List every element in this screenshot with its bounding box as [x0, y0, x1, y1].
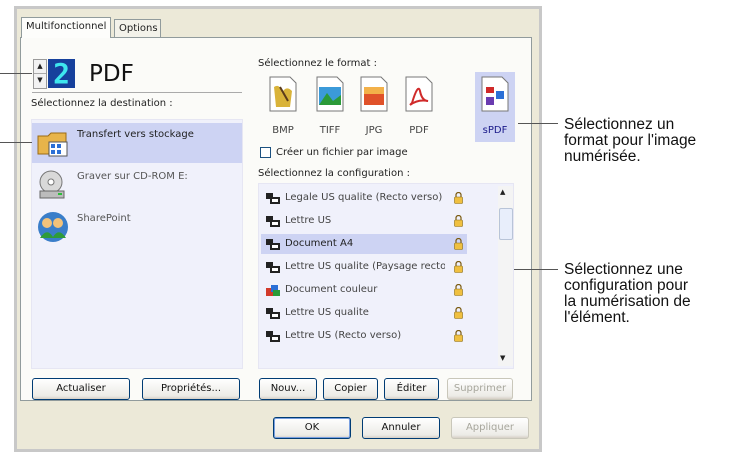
- destination-item-label: Graver sur CD-ROM E:: [77, 171, 188, 182]
- jpg-icon[interactable]: [353, 73, 395, 115]
- lock-icon: [454, 215, 463, 227]
- callout-line-destination: [0, 142, 32, 143]
- configuration-item[interactable]: Document couleur: [261, 280, 467, 300]
- bmp-icon[interactable]: [262, 73, 304, 115]
- configuration-item-label: Legale US qualite (Recto verso): [285, 192, 443, 203]
- tab-options[interactable]: Options: [114, 19, 161, 38]
- copy-button[interactable]: Copier: [323, 378, 378, 400]
- configuration-item-label: Lettre US qualite: [285, 307, 369, 318]
- counter-digit: 2: [48, 59, 75, 88]
- counter-spinner[interactable]: ▲ ▼: [33, 59, 47, 89]
- divider: [32, 92, 242, 93]
- callout-line-format: [518, 123, 558, 124]
- configuration-item[interactable]: Lettre US (Recto verso): [261, 326, 467, 346]
- callout-line-counter: [0, 73, 32, 74]
- cancel-button[interactable]: Annuler: [362, 417, 440, 439]
- destination-item-label: SharePoint: [77, 213, 131, 224]
- configuration-item-label: Document couleur: [285, 284, 378, 295]
- configuration-items: Legale US qualite (Recto verso) Lettre US…: [259, 184, 495, 368]
- spinner-up-icon[interactable]: ▲: [34, 60, 46, 74]
- format-label-bmp: BMP: [272, 125, 294, 136]
- format-callout: Sélectionnez un format pour l'image numé…: [564, 117, 696, 165]
- configuration-item[interactable]: Lettre US qualite: [261, 303, 467, 323]
- delete-button[interactable]: Supprimer: [447, 378, 513, 400]
- folder-storage-icon: [37, 132, 68, 157]
- configuration-item[interactable]: Lettre US qualite (Paysage recto ...: [261, 257, 467, 277]
- callout-line: Sélectionnez un: [564, 116, 675, 133]
- lock-icon: [454, 261, 463, 273]
- config-callout: Sélectionnez une configuration pour la n…: [564, 262, 691, 326]
- destination-item[interactable]: Graver sur CD-ROM E:: [32, 165, 242, 205]
- format-label-pdf: PDF: [409, 125, 429, 136]
- new-button[interactable]: Nouv...: [259, 378, 317, 400]
- configuration-item-label: Document A4: [285, 238, 354, 249]
- scan-config-icon: [266, 216, 280, 227]
- lock-icon: [454, 192, 463, 204]
- format-label-spdf: sPDF: [482, 125, 508, 136]
- lock-icon: [454, 307, 463, 319]
- ok-button[interactable]: OK: [273, 417, 351, 439]
- edit-button[interactable]: Éditer: [384, 378, 439, 400]
- lock-icon: [454, 284, 463, 296]
- apply-button[interactable]: Appliquer: [451, 417, 529, 439]
- scrollbar[interactable]: ▲ ▼: [498, 186, 513, 366]
- scroll-thumb[interactable]: [499, 208, 513, 240]
- one-file-per-image-checkbox[interactable]: [260, 147, 271, 158]
- callout-line: configuration pour: [564, 277, 689, 294]
- destination-heading: Sélectionnez la destination :: [31, 98, 173, 109]
- scroll-up-icon[interactable]: ▲: [500, 188, 505, 196]
- format-label-jpg: JPG: [365, 125, 383, 136]
- format-label-tiff: TIFF: [319, 125, 341, 136]
- callout-line: Sélectionnez une: [564, 261, 683, 278]
- configuration-item[interactable]: Legale US qualite (Recto verso): [261, 188, 467, 208]
- destination-item-label: Transfert vers stockage: [77, 129, 194, 140]
- callout-line: format pour l'image: [564, 132, 697, 149]
- scan-config-icon: [266, 239, 280, 250]
- spdf-icon[interactable]: [474, 73, 516, 115]
- configuration-item-label: Lettre US (Recto verso): [285, 330, 402, 341]
- counter-label: PDF: [89, 61, 134, 87]
- cd-drive-icon: [39, 170, 65, 199]
- lock-icon: [454, 330, 463, 342]
- callout-line: numérisée.: [564, 148, 641, 165]
- configuration-heading: Sélectionnez la configuration :: [258, 168, 410, 179]
- scan-config-icon: [266, 308, 280, 319]
- scroll-down-icon[interactable]: ▼: [500, 354, 505, 362]
- configuration-item[interactable]: Document A4: [261, 234, 467, 254]
- format-heading: Sélectionnez le format :: [258, 58, 378, 69]
- scan-config-icon: [266, 262, 280, 273]
- callout-line-config: [514, 269, 558, 270]
- sharepoint-icon: [38, 212, 68, 242]
- checkbox-label: Créer un fichier par image: [276, 147, 408, 158]
- spinner-down-icon[interactable]: ▼: [34, 74, 46, 87]
- properties-button[interactable]: Propriétés...: [142, 378, 240, 400]
- tiff-icon[interactable]: [309, 73, 351, 115]
- tab-label: Options: [119, 23, 158, 34]
- lock-icon: [454, 238, 463, 250]
- configuration-item[interactable]: Lettre US: [261, 211, 467, 231]
- tab-multifonctionnel[interactable]: Multifonctionnel: [21, 17, 112, 38]
- callout-line: l'élément.: [564, 309, 630, 326]
- callout-line: la numérisation de: [564, 293, 691, 310]
- tab-label: Multifonctionnel: [26, 21, 107, 32]
- destination-list[interactable]: Transfert vers stockage Graver sur CD-RO…: [31, 119, 243, 369]
- destination-item[interactable]: SharePoint: [32, 207, 242, 247]
- configuration-item-label: Lettre US: [285, 215, 332, 226]
- configuration-list[interactable]: Legale US qualite (Recto verso) Lettre US…: [258, 183, 514, 369]
- pdf-icon[interactable]: [398, 73, 440, 115]
- scan-config-icon: [266, 193, 280, 204]
- scan-config-icon: [266, 285, 280, 296]
- configuration-item-label: Lettre US qualite (Paysage recto ...: [285, 261, 445, 272]
- scan-config-icon: [266, 331, 280, 342]
- refresh-button[interactable]: Actualiser: [32, 378, 130, 400]
- destination-item[interactable]: Transfert vers stockage: [32, 123, 242, 163]
